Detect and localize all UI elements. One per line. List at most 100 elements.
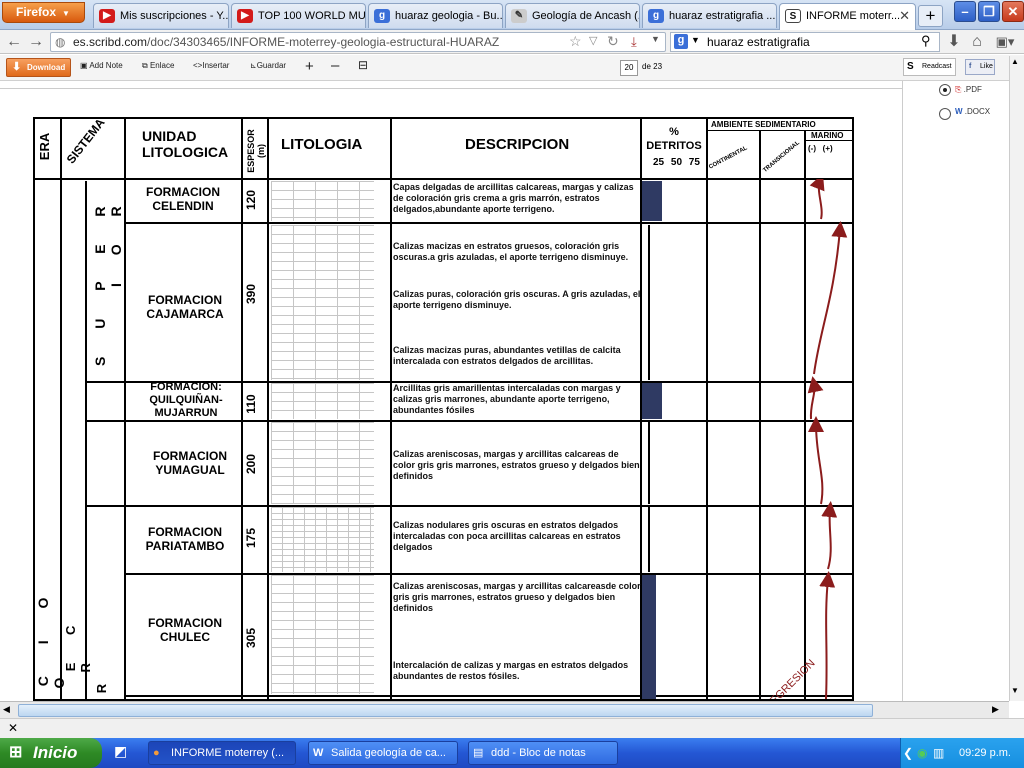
close-window-button[interactable]: ✕ <box>1002 1 1024 22</box>
tab-label: Mis suscripciones - Y... <box>120 10 229 22</box>
header-transicional: TRANSICIONAL <box>762 140 801 174</box>
divider <box>241 119 243 699</box>
row-divider <box>124 695 852 697</box>
download-helper-icon[interactable]: ⤓ <box>631 34 637 50</box>
tab-top-100[interactable]: ▶ TOP 100 WORLD MU... <box>231 3 366 28</box>
formation-name: FORMACION YUMAGUAL <box>153 449 227 477</box>
notepad-icon: ▤ <box>473 747 484 759</box>
task-firefox[interactable]: ● INFORME moterrey (... <box>148 741 296 765</box>
tab-mis-suscripciones[interactable]: ▶ Mis suscripciones - Y... <box>93 3 229 28</box>
readcast-button[interactable]: S Readcast <box>903 58 956 76</box>
formation-description: Arcillitas gris amarillentas intercalada… <box>393 383 621 415</box>
quicklaunch-icon[interactable]: ◩ <box>114 743 132 761</box>
format-radio-docx[interactable] <box>939 108 951 120</box>
zoom-out-icon[interactable]: – <box>331 57 339 74</box>
tray-app-icon[interactable]: ◉ <box>917 738 927 768</box>
search-box[interactable]: g ▼ huaraz estratigrafia ⚲ <box>670 32 940 52</box>
page-number-input[interactable]: 20 <box>620 60 638 76</box>
format-label-docx: W .DOCX <box>955 107 990 116</box>
forward-icon[interactable]: → <box>26 32 46 52</box>
trend-arrow <box>813 221 848 375</box>
sistema-label: O E C A R <box>63 613 93 701</box>
start-button[interactable]: ⊞ Inicio <box>0 738 102 768</box>
url-bar[interactable]: ◍ es.scribd.com/doc/34303465/INFORME-mot… <box>50 32 666 52</box>
tab-geologia-ancash[interactable]: ✎ Geología de Ancash (... <box>505 3 640 28</box>
scroll-down-icon[interactable]: ▼ <box>1011 686 1019 695</box>
horizontal-scrollbar[interactable]: ◀ ▶ <box>0 701 1009 718</box>
scribd-icon: S <box>785 9 801 23</box>
scribd-toolbar: ⬇ Download ▣ Add Note ⧉ Enlace <>Insertar… <box>0 55 1024 81</box>
home-icon[interactable]: ⌂ <box>966 32 988 52</box>
dropdown-arrow-icon[interactable]: ▼ <box>651 34 660 44</box>
tab-huaraz-estratigrafia[interactable]: g huaraz estratigrafia ... <box>642 3 777 28</box>
header-unidad-litologica: UNIDAD LITOLOGICA <box>142 128 229 160</box>
scroll-right-icon[interactable]: ▶ <box>992 704 999 715</box>
zoom-in-icon[interactable]: + <box>305 58 314 75</box>
maximize-button[interactable]: ❐ <box>978 1 1000 22</box>
system-tray: ❮ ◉ ▥ 09:29 p.m. <box>900 738 1024 768</box>
era-label: O C I O Z O <box>35 583 67 701</box>
new-tab-button[interactable]: + <box>918 5 943 27</box>
reload-icon[interactable]: ↻ <box>607 33 619 50</box>
embed-button[interactable]: <>Insertar <box>193 61 229 70</box>
formation-description: Calizas puras, coloración gris oscuras. … <box>393 289 641 310</box>
clock[interactable]: 09:29 p.m. <box>959 738 1011 768</box>
thickness-value: 200 <box>244 453 258 474</box>
bookmark-star-icon[interactable]: ☆ <box>569 33 582 50</box>
document-viewer[interactable]: ERA SISTEMA UNIDAD LITOLOGICA ESPESOR (m… <box>0 81 902 701</box>
add-note-button[interactable]: ▣ Add Note <box>80 61 123 70</box>
tray-expand-icon[interactable]: ❮ <box>903 738 913 768</box>
download-label: Download <box>27 63 66 72</box>
page-total: de 23 <box>642 62 663 71</box>
navigation-bar: ← → ◍ es.scribd.com/doc/34303465/INFORME… <box>0 30 1024 54</box>
format-radio-pdf[interactable] <box>939 84 951 96</box>
firefox-menu-button[interactable]: Firefox ▼ <box>2 2 85 23</box>
formation-description: Intercalación de calizas y margas en est… <box>393 660 629 681</box>
dropdown-arrow-icon[interactable]: ▼ <box>691 35 700 45</box>
task-word[interactable]: W Salida geología de ca... <box>308 741 458 765</box>
link-button[interactable]: ⧉ Enlace <box>142 61 174 71</box>
row-divider <box>124 573 852 575</box>
url-path: /doc/34303465/INFORME-moterrey-geologia-… <box>147 35 500 49</box>
back-icon[interactable]: ← <box>4 32 24 52</box>
history-dropdown-icon[interactable]: ▽ <box>589 34 597 47</box>
url-host: es.scribd.com <box>73 35 148 49</box>
task-notepad[interactable]: ▤ ddd - Bloc de notas <box>468 741 618 765</box>
close-addon-bar-icon[interactable]: ✕ <box>8 721 18 735</box>
header-detritos: % DETRITOS <box>646 126 702 152</box>
google-icon: g <box>648 9 664 23</box>
tab-label: huaraz geologia - Bu... <box>395 10 503 22</box>
row-divider <box>124 222 852 224</box>
formation-name: FORMACION CELENDIN <box>146 185 220 213</box>
scroll-left-icon[interactable]: ◀ <box>3 704 10 715</box>
like-button[interactable]: f Like <box>965 59 995 75</box>
save-button[interactable]: ⊾Guardar <box>250 61 286 70</box>
lithology-pattern <box>271 225 374 380</box>
download-button[interactable]: ⬇ Download <box>6 58 71 77</box>
formation-description: Calizas areniscosas, margas y arcillitas… <box>393 449 640 481</box>
scrollbar-thumb[interactable] <box>18 704 873 717</box>
tab-huaraz-geologia[interactable]: g huaraz geologia - Bu... <box>368 3 503 28</box>
windows-logo-icon: ⊞ <box>9 744 23 761</box>
tab-informe-moterrey[interactable]: S INFORME moterr... ✕ <box>779 3 916 30</box>
scroll-up-icon[interactable]: ▲ <box>1011 57 1019 66</box>
search-icon[interactable]: ⚲ <box>921 33 931 49</box>
trend-arrow <box>807 376 824 420</box>
downloads-icon[interactable]: ⬇ <box>944 32 964 52</box>
network-icon[interactable]: ▥ <box>933 738 944 768</box>
fullscreen-icon[interactable]: ⊟ <box>358 58 368 72</box>
header-marino: MARINO <box>811 131 844 140</box>
divider <box>706 119 708 699</box>
header-descripcion: DESCRIPCION <box>465 136 570 153</box>
row-divider <box>85 505 852 507</box>
divider <box>390 119 392 699</box>
detritos-bar <box>642 181 662 221</box>
marino-scale: (-) (+) <box>808 144 833 153</box>
lithology-pattern <box>271 422 374 504</box>
addon-icon[interactable]: ▣▾ <box>990 32 1020 52</box>
close-tab-icon[interactable]: ✕ <box>899 4 910 28</box>
vertical-scrollbar[interactable]: ▲ ▼ <box>1009 56 1024 701</box>
formation-name: FORMACION CHULEC <box>148 616 222 644</box>
minimize-button[interactable]: – <box>954 1 976 22</box>
task-label: ddd - Bloc de notas <box>491 747 586 759</box>
